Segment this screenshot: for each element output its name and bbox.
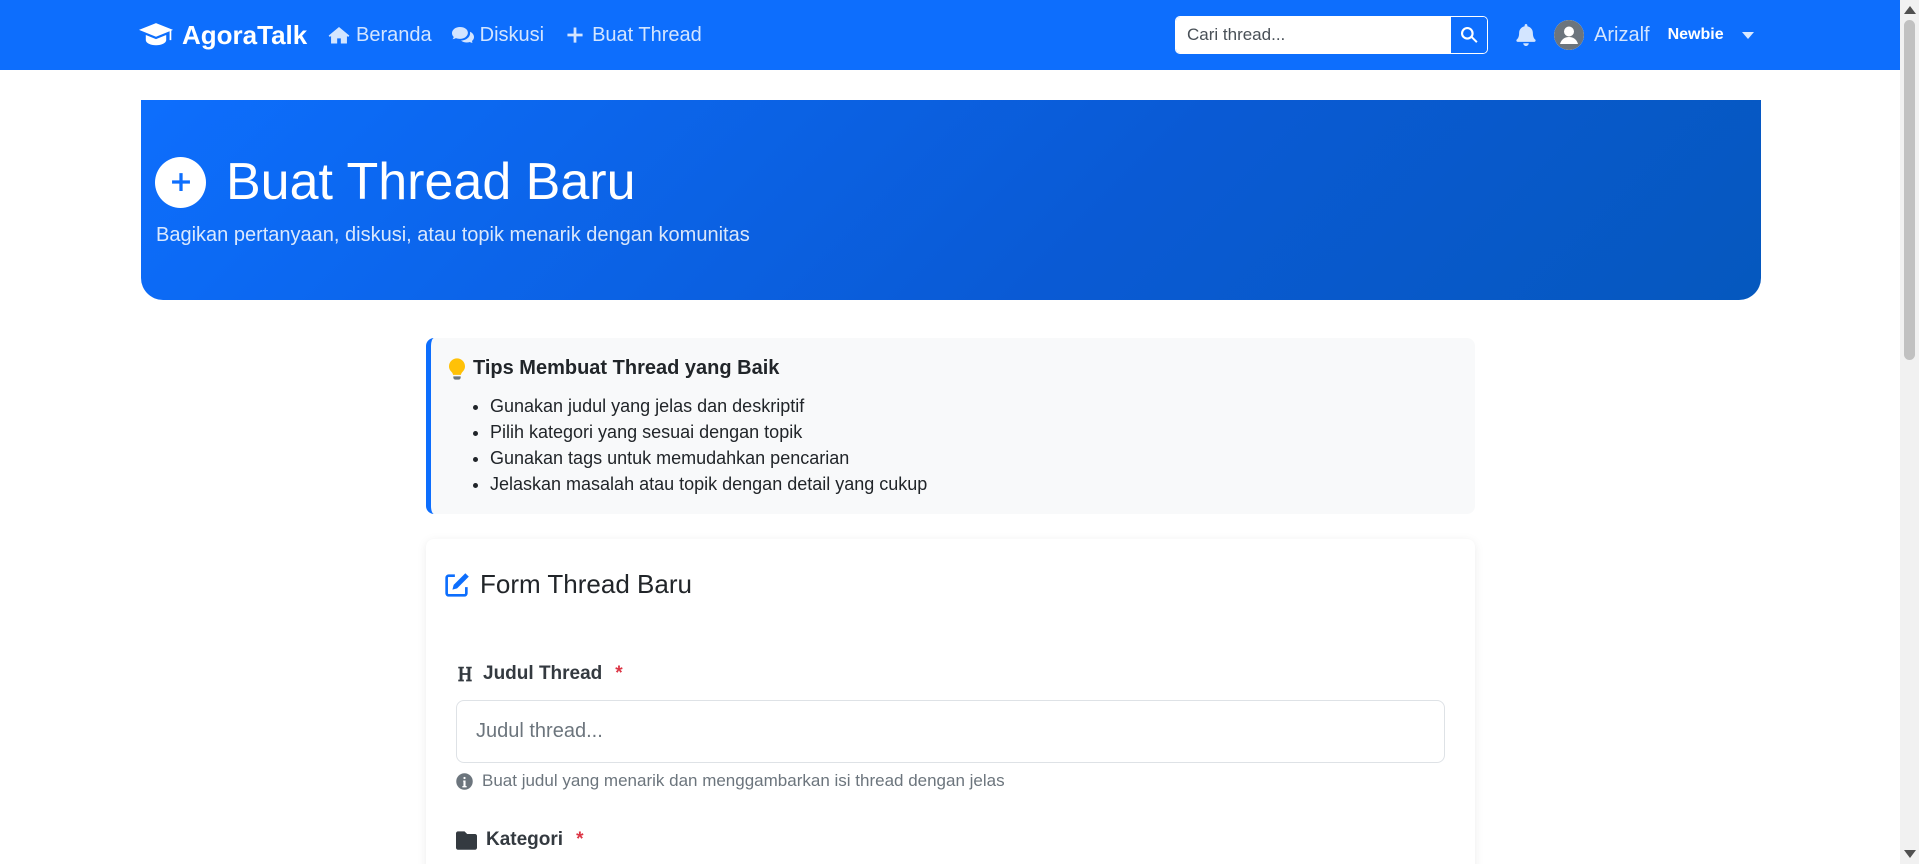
folder-icon: [456, 830, 477, 850]
lightbulb-icon: [449, 357, 465, 380]
comments-icon: [451, 27, 474, 43]
list-item: Gunakan judul yang jelas dan deskriptif: [490, 393, 927, 419]
search-input[interactable]: [1176, 17, 1450, 53]
plus-icon: [567, 27, 583, 43]
nav-link-label: Diskusi: [479, 23, 545, 46]
kategori-label: Kategori *: [456, 829, 583, 851]
required-mark: *: [615, 663, 623, 684]
tips-title-text: Tips Membuat Thread yang Baik: [473, 357, 780, 379]
search-icon: [1460, 26, 1478, 43]
tips-list: Gunakan judul yang jelas dan deskriptif …: [490, 393, 927, 497]
brand[interactable]: AgoraTalk: [139, 0, 307, 70]
judul-help-text: Buat judul yang menarik dan menggambarka…: [456, 771, 1005, 791]
form-title: Form Thread Baru: [444, 569, 692, 600]
required-mark: *: [576, 829, 584, 850]
page-title: Buat Thread Baru: [155, 152, 636, 212]
navbar: AgoraTalk Beranda Diskusi Buat Thread Ar…: [0, 0, 1900, 70]
nav-links: Beranda Diskusi Buat Thread: [328, 0, 702, 70]
tips-box: Tips Membuat Thread yang Baik Gunakan ju…: [426, 338, 1475, 514]
scroll-thumb[interactable]: [1904, 20, 1915, 360]
judul-label: Judul Thread *: [456, 663, 623, 685]
plus-circle-icon: [155, 156, 206, 208]
nav-link-label: Beranda: [356, 23, 432, 46]
judul-label-text: Judul Thread: [483, 663, 603, 684]
chevron-down-icon: [1741, 31, 1754, 39]
user-menu[interactable]: Arizalf Newbie: [1554, 18, 1754, 52]
help-text: Buat judul yang menarik dan menggambarka…: [482, 771, 1005, 790]
judul-input[interactable]: [456, 700, 1445, 763]
avatar: [1554, 20, 1584, 50]
kategori-label-text: Kategori: [486, 829, 564, 850]
edit-icon: [445, 572, 469, 597]
search-button[interactable]: [1450, 17, 1487, 53]
nav-link-beranda[interactable]: Beranda: [328, 24, 432, 47]
page-title-text: Buat Thread Baru: [226, 153, 636, 211]
username: Arizalf: [1594, 23, 1650, 46]
nav-link-label: Buat Thread: [592, 23, 702, 46]
scroll-down-arrow[interactable]: [1904, 850, 1916, 858]
form-title-text: Form Thread Baru: [480, 569, 692, 599]
thread-form-card: Form Thread Baru Judul Thread * Buat judu…: [426, 539, 1475, 864]
page-header: Buat Thread Baru Bagikan pertanyaan, dis…: [141, 100, 1761, 300]
bell-icon[interactable]: [1515, 24, 1537, 46]
nav-link-diskusi[interactable]: Diskusi: [451, 23, 545, 47]
page-scrollbar[interactable]: [1900, 0, 1919, 864]
role-badge: Newbie: [1667, 26, 1724, 43]
list-item: Jelaskan masalah atau topik dengan detai…: [490, 471, 927, 497]
heading-icon: [458, 666, 472, 682]
scroll-up-arrow[interactable]: [1904, 6, 1916, 14]
search-form: [1175, 16, 1488, 54]
page-subtitle: Bagikan pertanyaan, diskusi, atau topik …: [156, 224, 750, 246]
tips-title: Tips Membuat Thread yang Baik: [449, 357, 779, 380]
info-circle-icon: [456, 772, 473, 790]
brand-name: AgoraTalk: [182, 19, 308, 50]
user-icon: [1554, 20, 1584, 50]
nav-link-buat-thread[interactable]: Buat Thread: [564, 24, 702, 47]
list-item: Pilih kategori yang sesuai dengan topik: [490, 419, 927, 445]
list-item: Gunakan tags untuk memudahkan pencarian: [490, 445, 927, 471]
home-icon: [328, 27, 350, 44]
graduation-cap-icon: [139, 23, 173, 46]
